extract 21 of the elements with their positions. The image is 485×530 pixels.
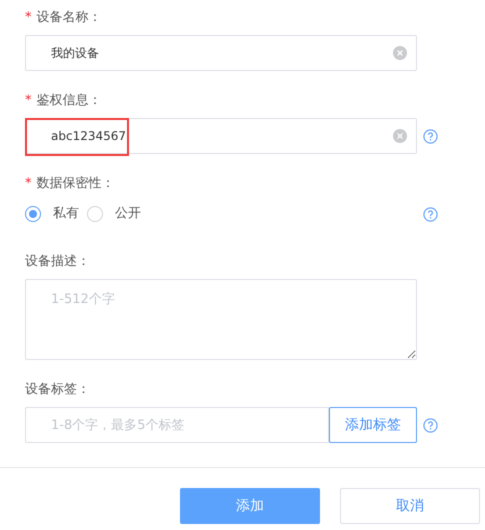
help-icon[interactable] bbox=[423, 128, 438, 144]
field-label: 数据保密性： bbox=[36, 175, 114, 194]
field-label: 设备标签： bbox=[25, 381, 90, 400]
field-value: abc1234567 bbox=[51, 128, 128, 145]
field-label: 鉴权信息： bbox=[36, 92, 102, 110]
help-icon[interactable] bbox=[423, 206, 438, 222]
required-mark: * bbox=[25, 92, 32, 110]
clear-icon[interactable] bbox=[393, 129, 407, 143]
required-mark: * bbox=[25, 175, 32, 194]
description-field[interactable]: 1-512个字 bbox=[25, 279, 417, 360]
field-label: 设备名称： bbox=[36, 9, 102, 28]
tag-field[interactable]: 1-8个字，最多5个标签 bbox=[25, 407, 329, 443]
text-field[interactable]: abc1234567 bbox=[25, 118, 417, 154]
radio-option[interactable]: 公开 bbox=[87, 204, 141, 224]
field-value: 我的设备 bbox=[51, 45, 100, 62]
required-mark: * bbox=[25, 9, 32, 28]
radio-option[interactable]: 私有 bbox=[25, 204, 79, 224]
text-field[interactable]: 我的设备 bbox=[25, 35, 417, 71]
clear-icon[interactable] bbox=[393, 46, 407, 60]
help-icon[interactable] bbox=[423, 418, 438, 432]
field-label: 设备描述： bbox=[25, 253, 90, 272]
